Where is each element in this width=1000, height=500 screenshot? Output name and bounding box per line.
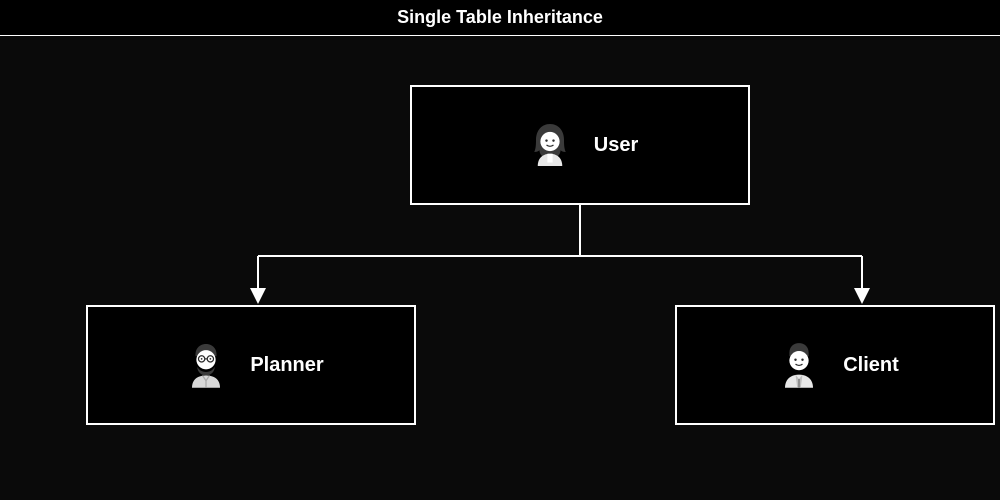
user-female-icon — [522, 117, 578, 173]
node-user-label: User — [594, 134, 638, 157]
node-client: Client — [675, 305, 995, 425]
node-planner: Planner — [86, 305, 416, 425]
user-glasses-icon — [178, 337, 234, 393]
node-user: User — [410, 85, 750, 205]
title-bar: Single Table Inheritance — [0, 0, 1000, 36]
node-planner-label: Planner — [250, 354, 323, 377]
inheritance-connector — [0, 0, 1000, 500]
node-client-label: Client — [843, 354, 899, 377]
user-male-icon — [771, 337, 827, 393]
page-title: Single Table Inheritance — [397, 7, 603, 28]
